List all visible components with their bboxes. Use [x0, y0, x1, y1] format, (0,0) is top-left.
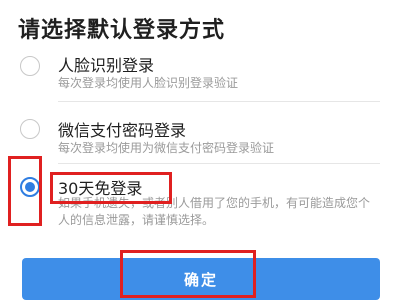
confirm-button-label: 确定 [183, 270, 218, 289]
face-login-radio[interactable] [20, 56, 40, 76]
option-wechat-pay-login[interactable]: 微信支付密码登录 每次登录均使用为微信支付密码登录验证 [0, 117, 400, 163]
divider [58, 163, 380, 164]
face-login-label: 人脸识别登录 [58, 56, 155, 75]
confirm-button[interactable]: 确定 [22, 258, 380, 300]
option-face-login[interactable]: 人脸识别登录 每次登录均使用人脸识别登录验证 [0, 52, 400, 98]
wechat-pay-login-radio[interactable] [20, 119, 40, 139]
login-method-page: 请选择默认登录方式 人脸识别登录 每次登录均使用人脸识别登录验证 微信支付密码登… [0, 0, 400, 300]
30-day-login-radio[interactable] [20, 177, 40, 197]
30-day-login-description: 如果手机遗失，或者别人借用了您的手机，有可能造成您个人的信息泄露，请谨慎选择。 [58, 196, 371, 227]
divider [58, 101, 380, 102]
option-30-day-free-login[interactable]: 30天免登录 如果手机遗失，或者别人借用了您的手机，有可能造成您个人的信息泄露，… [0, 175, 400, 237]
wechat-pay-login-description: 每次登录均使用为微信支付密码登录验证 [58, 141, 275, 155]
face-login-description: 每次登录均使用人脸识别登录验证 [58, 76, 239, 90]
page-title: 请选择默认登录方式 [18, 18, 226, 43]
wechat-pay-login-label: 微信支付密码登录 [58, 121, 187, 140]
